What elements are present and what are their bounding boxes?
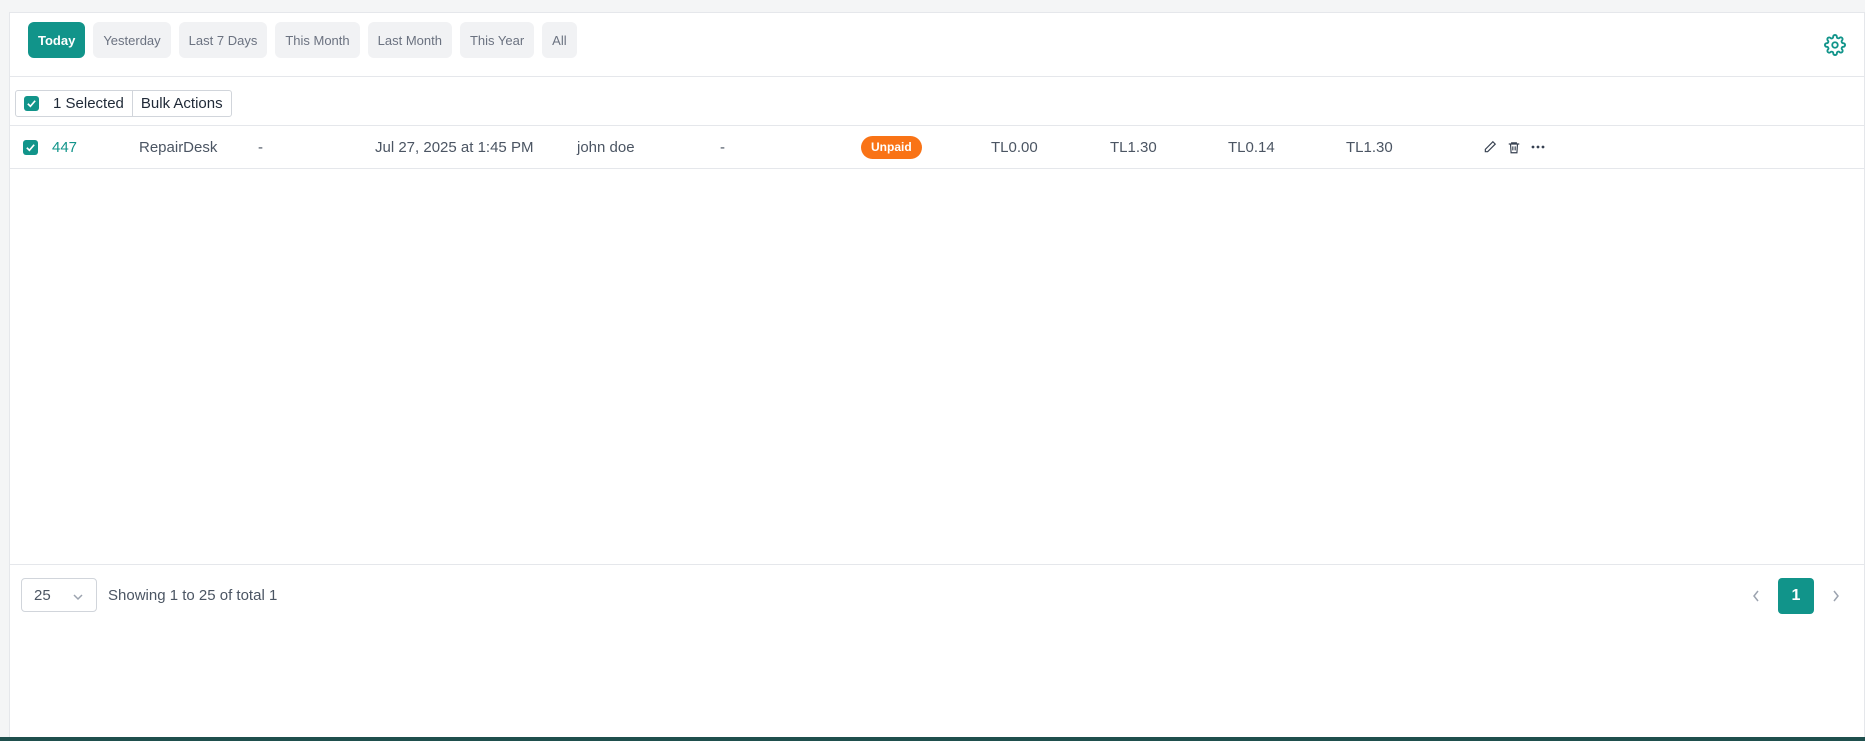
- table-row: 447 RepairDesk - Jul 27, 2025 at 1:45 PM…: [10, 126, 1864, 169]
- status-badge: Unpaid: [861, 135, 922, 159]
- store-cell: RepairDesk: [139, 138, 218, 156]
- page-number-current[interactable]: 1: [1778, 578, 1814, 614]
- due-cell: TL1.30: [1346, 138, 1393, 156]
- chevron-right-icon[interactable]: [1828, 579, 1844, 613]
- ellipsis-icon[interactable]: [1530, 139, 1546, 155]
- filter-this-year[interactable]: This Year: [459, 22, 535, 58]
- per-page-select[interactable]: 25: [21, 578, 97, 612]
- filter-yesterday[interactable]: Yesterday: [93, 22, 171, 58]
- date-filter-group: Today Yesterday Last 7 Days This Month L…: [28, 22, 577, 58]
- selection-group: 1 Selected Bulk Actions: [15, 90, 232, 117]
- pencil-icon[interactable]: [1482, 139, 1498, 155]
- invoices-panel: Today Yesterday Last 7 Days This Month L…: [9, 12, 1865, 741]
- reference-cell: -: [720, 138, 725, 156]
- gear-icon[interactable]: [1824, 34, 1846, 56]
- total-cell: TL1.30: [1110, 138, 1157, 156]
- bulk-actions-button[interactable]: Bulk Actions: [133, 91, 231, 116]
- table-footer: 25 Showing 1 to 25 of total 1 1: [10, 564, 1864, 624]
- date-cell: Jul 27, 2025 at 1:45 PM: [375, 138, 534, 156]
- bottom-strip: [0, 737, 1865, 741]
- status-cell: Unpaid: [861, 126, 922, 168]
- chevron-left-icon[interactable]: [1748, 579, 1764, 613]
- row-checkbox[interactable]: [23, 139, 38, 155]
- customer-cell: -: [258, 138, 263, 156]
- select-all-checkbox[interactable]: [24, 96, 39, 111]
- filter-last-7-days[interactable]: Last 7 Days: [178, 22, 268, 58]
- trash-icon[interactable]: [1506, 139, 1522, 155]
- select-all-area: 1 Selected: [16, 91, 133, 116]
- employee-cell: john doe: [577, 138, 635, 156]
- per-page-value: 25: [34, 586, 51, 604]
- chevron-down-icon: [72, 590, 84, 607]
- selected-count: 1 Selected: [53, 95, 124, 112]
- selection-bar: 1 Selected Bulk Actions: [10, 77, 1864, 126]
- showing-text: Showing 1 to 25 of total 1: [108, 586, 278, 604]
- filter-today[interactable]: Today: [28, 22, 86, 58]
- row-actions: [1482, 126, 1546, 168]
- row-checkbox-cell: [23, 126, 38, 168]
- invoice-id-link[interactable]: 447: [52, 126, 77, 168]
- tax-cell: TL0.14: [1228, 138, 1275, 156]
- filter-this-month[interactable]: This Month: [275, 22, 360, 58]
- paid-cell: TL0.00: [991, 138, 1038, 156]
- filter-last-month[interactable]: Last Month: [367, 22, 452, 58]
- date-filter-bar: Today Yesterday Last 7 Days This Month L…: [10, 13, 1864, 77]
- pagination: 1: [1748, 578, 1844, 614]
- filter-all[interactable]: All: [542, 22, 577, 58]
